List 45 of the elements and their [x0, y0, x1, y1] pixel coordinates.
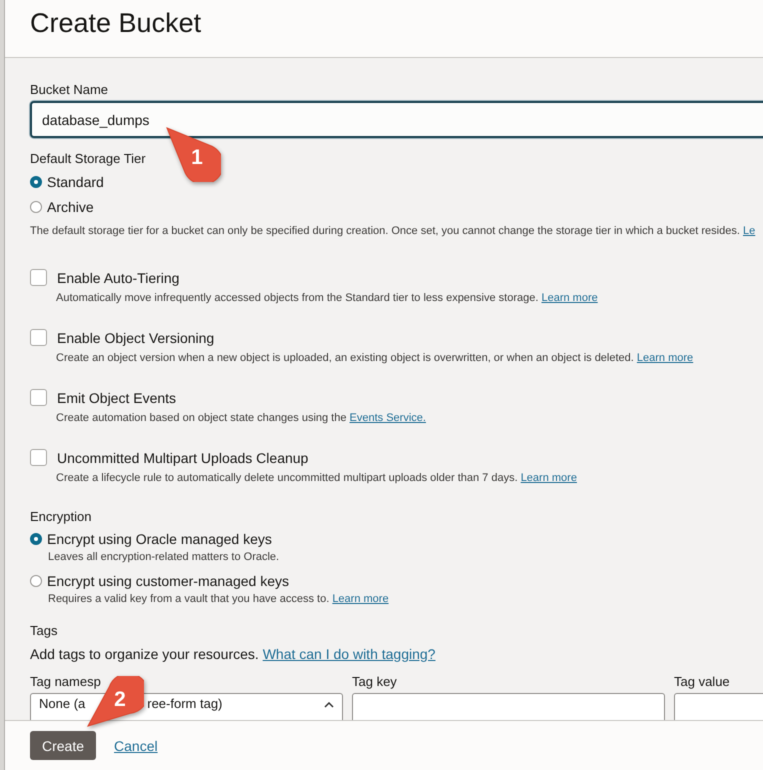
radio-label: Archive	[47, 198, 94, 214]
radio-label: Encrypt using customer-managed keys	[47, 572, 289, 588]
tagging-help-link[interactable]: What can I do with tagging?	[262, 646, 436, 662]
checkbox[interactable]	[30, 269, 47, 286]
learn-more-link[interactable]: Learn more	[541, 292, 598, 304]
checkbox-label: Enable Auto-Tiering	[57, 270, 180, 286]
learn-more-link[interactable]: Le	[742, 225, 756, 237]
help-text: Create a lifecycle rule to automatically delete uncommitted multipart uploads older than 7 days. Learn more	[55, 472, 578, 484]
field-label: Tag namesp	[30, 674, 101, 689]
help-text: Create automation based on object state changes using the Events Service.	[55, 412, 427, 424]
section-label: Tags	[30, 623, 58, 638]
help-text: Create an object version when a new object is uploaded, an existing object is overwritten, or when an object is deleted. Learn more	[55, 352, 694, 364]
checkbox[interactable]	[30, 389, 47, 406]
step-callout: 1	[165, 126, 221, 182]
input-field[interactable]	[352, 693, 665, 720]
learn-more-link[interactable]: Events Service.	[350, 412, 426, 424]
help-text: Automatically move infrequently accessed objects from the Standard tier to less expensive storage. Learn more	[55, 292, 599, 304]
checkbox-label: Emit Object Events	[57, 390, 176, 406]
radio-button[interactable]	[30, 200, 42, 212]
radio-button[interactable]	[30, 176, 42, 188]
chevron-up-icon	[324, 702, 334, 708]
checkbox-label: Enable Object Versioning	[57, 330, 214, 346]
checkbox[interactable]	[30, 329, 47, 346]
checkbox[interactable]	[30, 449, 47, 466]
radio-label: Standard	[47, 174, 104, 190]
field-label: Default Storage Tier	[30, 151, 146, 166]
field-label: Bucket Name	[30, 82, 108, 97]
cancel-link[interactable]: Cancel	[114, 738, 158, 754]
field-label: Tag value	[674, 674, 730, 689]
section-label: Encryption	[30, 509, 92, 524]
learn-more-link[interactable]: Learn more	[636, 352, 694, 364]
help-text: Leaves all encryption-related matters to Oracle.	[47, 551, 280, 563]
radio-label: Encrypt using Oracle managed keys	[47, 530, 272, 546]
create-button[interactable]: Create	[30, 731, 96, 760]
help-text: Requires a valid key from a vault that you have access to. Learn more	[47, 593, 390, 605]
learn-more-link[interactable]: Learn more	[332, 593, 389, 605]
dialog-title: Create Bucket	[30, 8, 202, 39]
input-field[interactable]: database_dumps	[30, 101, 763, 138]
help-text: The default storage tier for a bucket can only be specified during creation. Once set, you cannot change the storage tier in which a bucket resides. Le	[30, 225, 756, 237]
intro-text: Add tags to organize your resources. What can I do with tagging?	[30, 646, 436, 662]
radio-button[interactable]	[30, 532, 42, 544]
checkbox-label: Uncommitted Multipart Uploads Cleanup	[57, 450, 308, 466]
field-label: Tag key	[352, 674, 397, 689]
learn-more-link[interactable]: Learn more	[520, 472, 577, 484]
radio-button[interactable]	[30, 574, 42, 586]
